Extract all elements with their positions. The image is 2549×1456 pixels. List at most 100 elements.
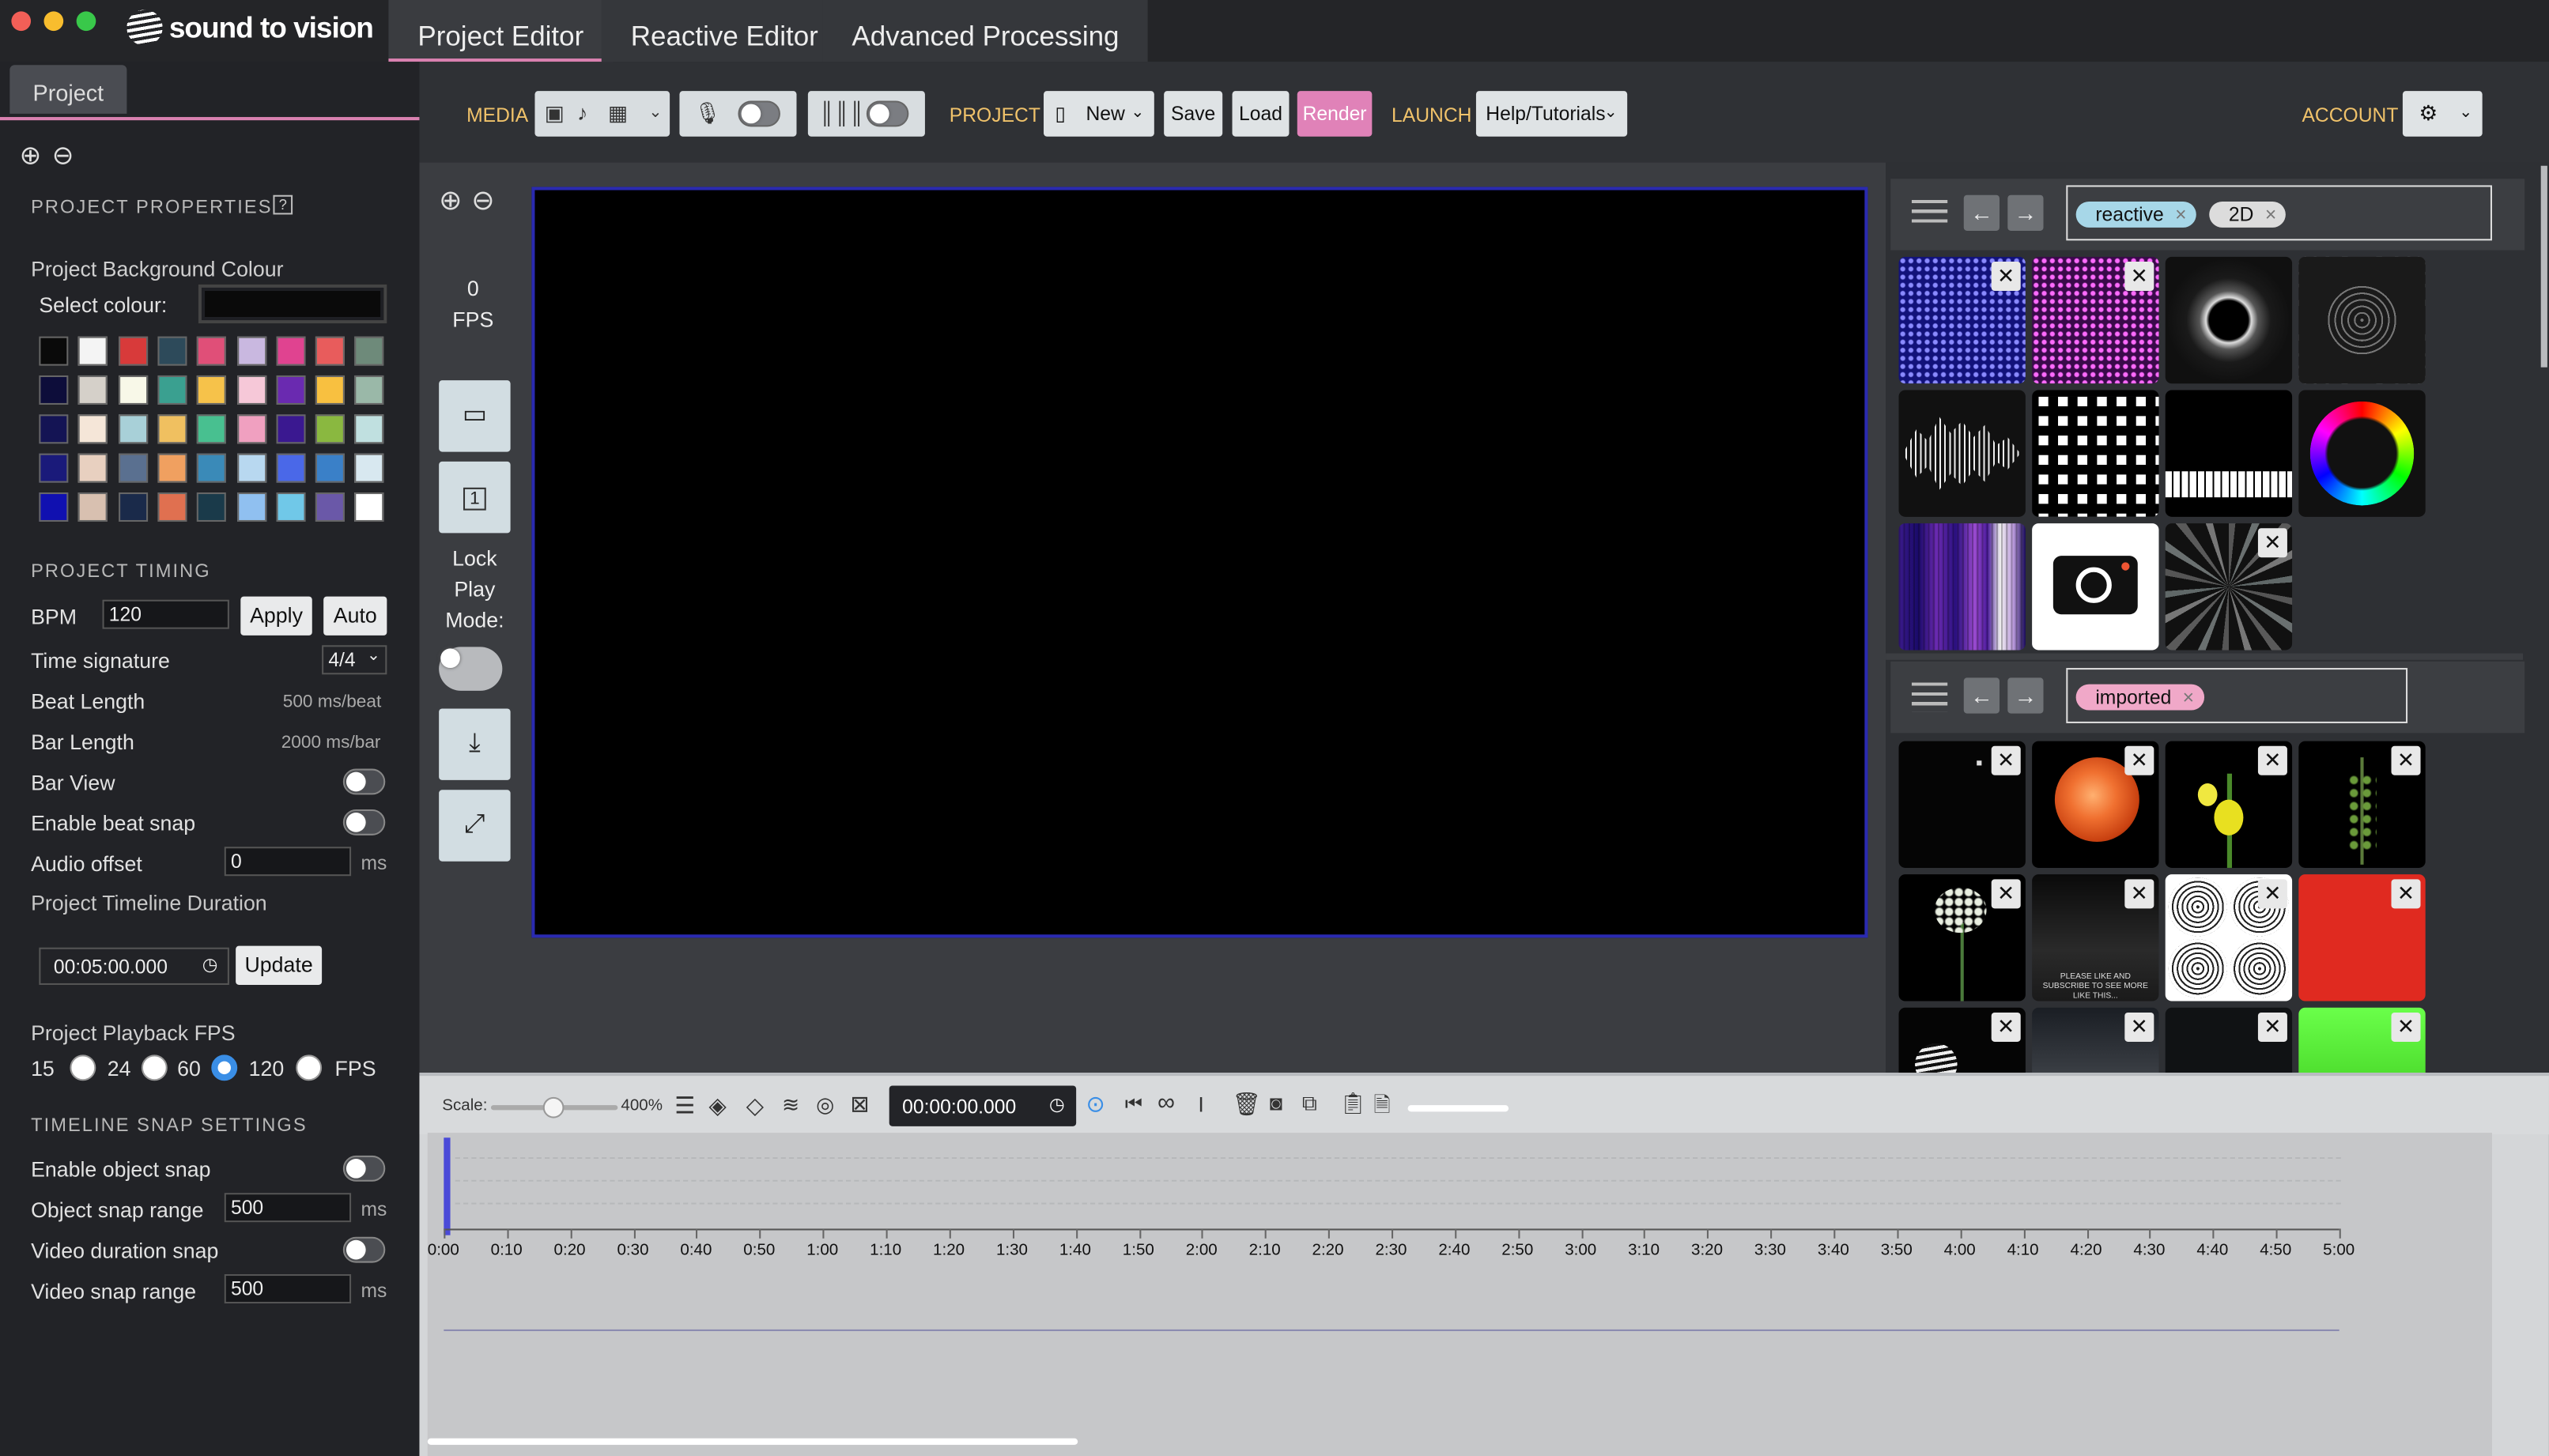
close-icon[interactable]: ✕ bbox=[2124, 262, 2154, 292]
colour-swatch[interactable] bbox=[197, 336, 227, 366]
tab-project-editor[interactable]: Project Editor bbox=[388, 0, 614, 62]
thumbnail-piano[interactable] bbox=[2165, 390, 2293, 517]
playhead[interactable] bbox=[444, 1137, 451, 1235]
colour-swatch[interactable] bbox=[276, 453, 306, 483]
tab-reactive-editor[interactable]: Reactive Editor bbox=[601, 0, 848, 62]
menu-icon[interactable] bbox=[1911, 199, 1948, 229]
chevron-down-icon[interactable]: ⌄ bbox=[648, 91, 662, 137]
record-icon[interactable]: ◙ bbox=[1270, 1091, 1282, 1115]
object-snap-toggle[interactable] bbox=[342, 1155, 386, 1182]
help-tutorials-button[interactable]: Help/Tutorials ⌄ bbox=[1475, 91, 1628, 137]
close-icon[interactable]: ✕ bbox=[2391, 1012, 2421, 1042]
barcode-toggle[interactable] bbox=[866, 100, 909, 127]
image-icon[interactable]: ▣ bbox=[545, 91, 565, 137]
beat-snap-toggle[interactable] bbox=[342, 809, 386, 836]
target-icon[interactable]: ◎ bbox=[816, 1092, 834, 1118]
thumbnail-red[interactable]: ✕ bbox=[2298, 874, 2426, 1001]
zoom-out-icon[interactable]: ⊖ bbox=[471, 185, 494, 217]
thumbnail-camera[interactable] bbox=[2032, 523, 2159, 651]
object-snap-range-input[interactable] bbox=[224, 1193, 352, 1223]
close-icon[interactable]: ✕ bbox=[2391, 879, 2421, 909]
thumbnail-imported-row3-a[interactable]: ✕ bbox=[1898, 1007, 2026, 1073]
colour-swatch[interactable] bbox=[236, 336, 266, 366]
scale-slider-thumb[interactable] bbox=[542, 1096, 565, 1118]
video-duration-snap-toggle[interactable] bbox=[342, 1236, 386, 1263]
waveform-icon[interactable]: ≋ bbox=[782, 1092, 799, 1118]
loop-icon[interactable]: ∞ bbox=[1157, 1089, 1175, 1117]
colour-swatch[interactable] bbox=[315, 492, 346, 522]
barcode-icon[interactable]: ║║║ bbox=[819, 91, 864, 137]
zoom-in-icon[interactable]: ⊕ bbox=[20, 140, 42, 172]
thumbnail-imported-row3-c[interactable]: ✕ bbox=[2165, 1007, 2293, 1073]
colour-swatch[interactable] bbox=[276, 375, 306, 405]
picture-in-picture-button[interactable]: ▭ bbox=[439, 380, 511, 452]
colour-swatch[interactable] bbox=[355, 453, 385, 483]
colour-swatch[interactable] bbox=[118, 453, 148, 483]
lock-play-mode-toggle[interactable] bbox=[439, 647, 503, 691]
copy-icon[interactable]: ⧉ bbox=[1302, 1091, 1317, 1117]
colour-swatch[interactable] bbox=[78, 453, 108, 483]
colour-swatch[interactable] bbox=[157, 375, 187, 405]
colour-swatch[interactable] bbox=[315, 336, 346, 366]
mic-toggle[interactable] bbox=[738, 100, 780, 127]
colour-swatch[interactable] bbox=[236, 492, 266, 522]
close-icon[interactable]: ✕ bbox=[1991, 879, 2021, 909]
colour-swatch[interactable] bbox=[276, 414, 306, 444]
update-button[interactable]: Update bbox=[236, 945, 323, 985]
back-arrow-icon[interactable]: ← bbox=[1963, 677, 2000, 714]
fullscreen-button[interactable]: ⤢ bbox=[439, 790, 511, 862]
colour-swatch[interactable] bbox=[315, 414, 346, 444]
zoom-window-button[interactable] bbox=[76, 11, 96, 32]
colour-swatch[interactable] bbox=[236, 453, 266, 483]
skip-start-icon[interactable]: ⏮︎ bbox=[1125, 1092, 1142, 1117]
tag-chip[interactable]: 2D × bbox=[2209, 201, 2287, 228]
thumbnail-green-screen[interactable]: ✕ bbox=[2298, 1007, 2426, 1073]
film-icon[interactable]: ▦ bbox=[608, 91, 628, 137]
thumbnail-mazes[interactable]: ✕ bbox=[2165, 874, 2293, 1001]
auto-button[interactable]: Auto bbox=[323, 596, 387, 636]
colour-swatch[interactable] bbox=[355, 414, 385, 444]
trash-icon[interactable]: 🗑︎ bbox=[1233, 1091, 1262, 1118]
close-icon[interactable]: ✕ bbox=[2257, 528, 2287, 558]
thumbnail-yellow-flower[interactable]: ✕ bbox=[2165, 741, 2293, 868]
colour-swatch[interactable] bbox=[236, 414, 266, 444]
tag-chip[interactable]: imported × bbox=[2075, 684, 2204, 711]
colour-swatch[interactable] bbox=[236, 375, 266, 405]
colour-picker[interactable] bbox=[198, 284, 387, 324]
video-snap-range-input[interactable] bbox=[224, 1273, 352, 1303]
colour-swatch[interactable] bbox=[157, 414, 187, 444]
colour-swatch[interactable] bbox=[39, 414, 69, 444]
bpm-input[interactable] bbox=[102, 599, 229, 629]
time-signature-select[interactable]: 4/4 ⌄ bbox=[322, 645, 387, 675]
remove-tag-icon[interactable]: × bbox=[2265, 202, 2276, 228]
forward-arrow-icon[interactable]: → bbox=[2007, 677, 2044, 714]
render-button[interactable]: Render bbox=[1297, 91, 1373, 137]
colour-swatch[interactable] bbox=[276, 336, 306, 366]
volume-slider[interactable] bbox=[1407, 1105, 1509, 1112]
audio-file-icon[interactable]: ♪ bbox=[577, 91, 587, 137]
save-button[interactable]: Save bbox=[1164, 91, 1223, 137]
close-icon[interactable]: ✕ bbox=[1991, 745, 2021, 775]
thumbnail-radial-rays[interactable]: ✕ bbox=[2165, 523, 2293, 651]
thumbnail-subscribe-video[interactable]: PLEASE LIKE AND SUBSCRIBE TO SEE MORE LI… bbox=[2032, 874, 2159, 1001]
colour-swatch[interactable] bbox=[39, 492, 69, 522]
close-icon[interactable]: ✕ bbox=[2257, 879, 2287, 909]
layers-filled-icon[interactable]: ◈ bbox=[708, 1092, 726, 1120]
microphone-icon[interactable]: 🎙︎ bbox=[694, 91, 721, 137]
tag-chip[interactable]: reactive × bbox=[2075, 201, 2196, 228]
thumbnail-blue-dots[interactable]: ✕ bbox=[1898, 256, 2026, 384]
thumbnail-white-allium[interactable]: ✕ bbox=[1898, 874, 2026, 1001]
rows-icon[interactable]: ☰ bbox=[674, 1092, 695, 1120]
zoom-out-icon[interactable]: ⊖ bbox=[52, 140, 74, 172]
layers-icon[interactable]: ◇ bbox=[746, 1092, 764, 1120]
colour-swatch[interactable] bbox=[78, 414, 108, 444]
colour-swatch[interactable] bbox=[197, 453, 227, 483]
account-menu-button[interactable]: ⚙ ⌄ bbox=[2402, 91, 2483, 137]
colour-swatch[interactable] bbox=[39, 336, 69, 366]
tab-project[interactable]: Project bbox=[9, 65, 127, 114]
close-icon[interactable]: ✕ bbox=[2257, 745, 2287, 775]
play-icon[interactable]: ⊙ bbox=[1086, 1091, 1105, 1118]
colour-swatch[interactable] bbox=[355, 375, 385, 405]
preview-canvas[interactable] bbox=[531, 187, 1868, 938]
colour-swatch[interactable] bbox=[39, 453, 69, 483]
